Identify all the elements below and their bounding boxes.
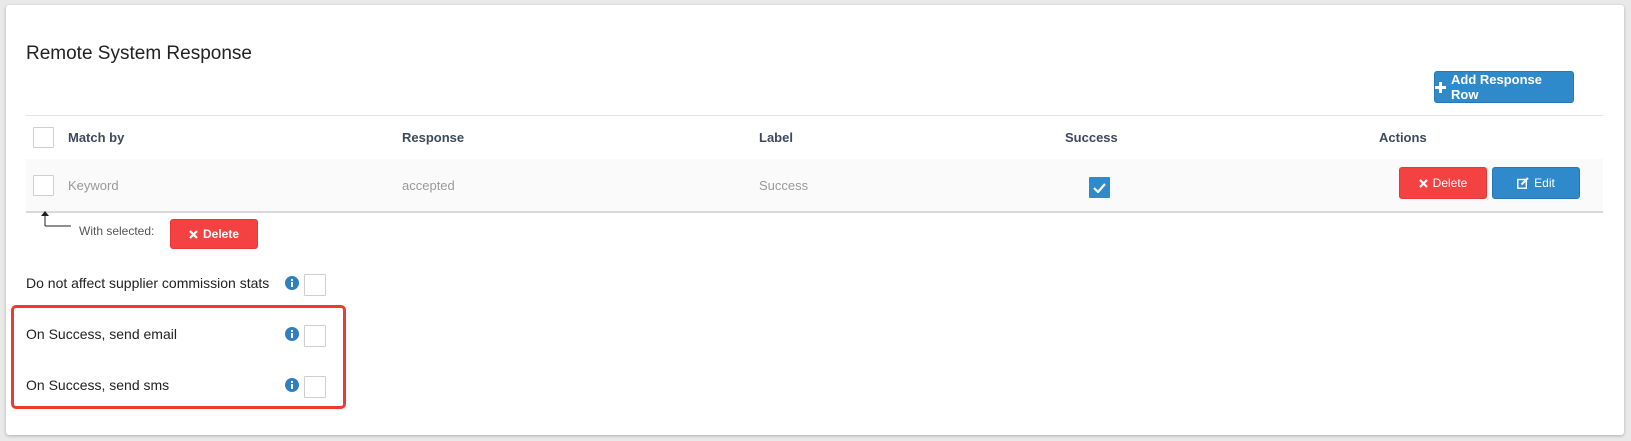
section-title: Remote System Response [26,43,252,64]
close-icon [189,229,198,239]
plus-icon [1435,81,1446,93]
checkmark-icon [1093,182,1106,193]
option-label-commission-stats: Do not affect supplier commission stats [26,275,270,291]
highlight-box [11,305,346,409]
close-icon [1418,178,1428,188]
column-header-match-by: Match by [68,130,125,145]
success-checkbox[interactable] [1089,177,1110,198]
bulk-delete-button[interactable]: Delete [170,219,258,249]
row-delete-button[interactable]: Delete [1399,167,1487,199]
add-response-row-label: Add Response Row [1451,72,1543,102]
row-edit-button[interactable]: Edit [1492,167,1580,199]
match-by-cell: Keyword [68,178,119,193]
column-header-response: Response [402,130,465,145]
row-delete-label: Delete [1432,176,1468,190]
selection-arrow-icon [41,211,71,227]
row-select-checkbox[interactable] [33,175,54,196]
label-cell: Success [759,178,809,193]
response-cell: accepted [402,178,455,193]
table-header: Match by Response Label Success Actions [26,115,1603,160]
row-edit-label: Edit [1534,176,1555,190]
column-header-actions: Actions [1379,130,1427,145]
column-header-success: Success [1065,130,1118,145]
edit-icon [1517,177,1529,189]
info-icon[interactable] [285,276,299,290]
bulk-delete-label: Delete [202,227,240,241]
column-header-label: Label [759,130,793,145]
commission-stats-checkbox[interactable] [304,274,326,296]
add-response-row-button[interactable]: Add Response Row [1434,71,1574,103]
select-all-checkbox[interactable] [33,127,54,148]
table-row: Keyword accepted Success Delete Edit [26,159,1603,213]
with-selected-label: With selected: [79,224,155,238]
